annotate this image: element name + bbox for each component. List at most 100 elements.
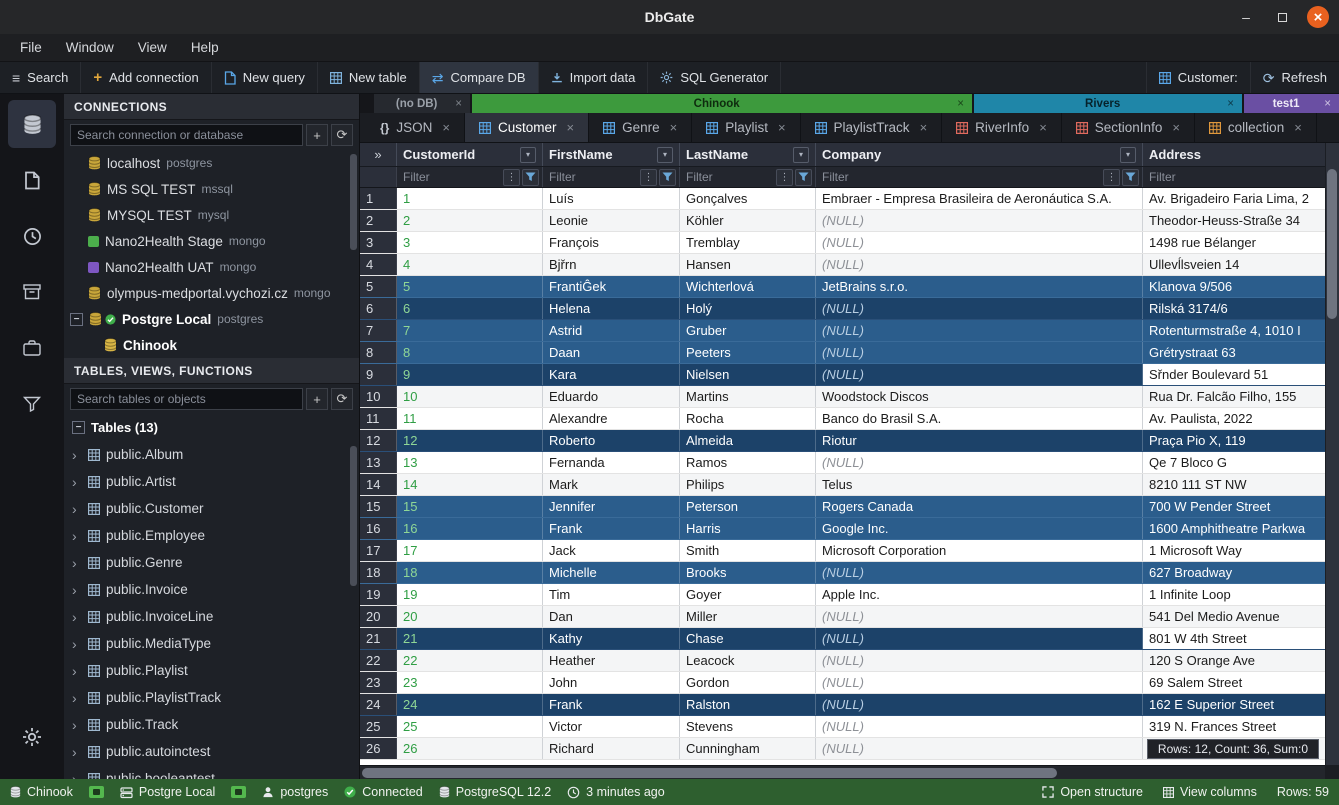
- connection-nano2health-stage[interactable]: Nano2Health Stagemongo: [64, 228, 359, 254]
- cell-address[interactable]: 801 W 4th Street: [1143, 628, 1339, 649]
- row-number[interactable]: 7: [360, 320, 397, 341]
- cell-company[interactable]: (NULL): [816, 650, 1143, 671]
- cell-company[interactable]: (NULL): [816, 320, 1143, 341]
- table-public-invoiceline[interactable]: ›public.InvoiceLine: [64, 603, 359, 630]
- connection-ms-sql-test[interactable]: MS SQL TESTmssql: [64, 176, 359, 202]
- statusbar-badge[interactable]: [231, 786, 246, 798]
- close-icon[interactable]: ×: [1294, 120, 1302, 135]
- cell-customerid[interactable]: 22: [397, 650, 543, 671]
- hscroll-thumb[interactable]: [362, 768, 1057, 778]
- row-number[interactable]: 22: [360, 650, 397, 671]
- cell-company[interactable]: Microsoft Corporation: [816, 540, 1143, 561]
- toolbar-refresh[interactable]: ⟳Refresh: [1250, 62, 1339, 93]
- cell-lastname[interactable]: Hansen: [680, 254, 816, 275]
- cell-firstname[interactable]: Tim: [543, 584, 680, 605]
- cell-address[interactable]: Qe 7 Bloco G: [1143, 452, 1339, 473]
- cell-lastname[interactable]: Chase: [680, 628, 816, 649]
- filter-funnel-icon[interactable]: [795, 169, 812, 186]
- table-public-album[interactable]: ›public.Album: [64, 441, 359, 468]
- cell-company[interactable]: (NULL): [816, 672, 1143, 693]
- cell-company[interactable]: (NULL): [816, 254, 1143, 275]
- close-icon[interactable]: ×: [1225, 98, 1236, 110]
- row-number[interactable]: 10: [360, 386, 397, 407]
- filter-input-customerid[interactable]: [403, 170, 501, 184]
- row-number[interactable]: 1: [360, 188, 397, 209]
- row-number[interactable]: 19: [360, 584, 397, 605]
- minimize-button[interactable]: –: [1235, 6, 1257, 28]
- tab-group-rivers[interactable]: Rivers×: [974, 94, 1242, 113]
- row-number[interactable]: 26: [360, 738, 397, 759]
- cell-lastname[interactable]: Almeida: [680, 430, 816, 451]
- cell-company[interactable]: (NULL): [816, 562, 1143, 583]
- cell-firstname[interactable]: John: [543, 672, 680, 693]
- row-number[interactable]: 5: [360, 276, 397, 297]
- row-number[interactable]: 18: [360, 562, 397, 583]
- iconbar-settings[interactable]: [8, 713, 56, 761]
- tab-group-chinook[interactable]: Chinook×: [472, 94, 972, 113]
- cell-customerid[interactable]: 12: [397, 430, 543, 451]
- filter-funnel-icon[interactable]: [1122, 169, 1139, 186]
- tables-group[interactable]: − Tables (13): [64, 414, 359, 441]
- cell-customerid[interactable]: 2: [397, 210, 543, 231]
- cell-firstname[interactable]: Luís: [543, 188, 680, 209]
- maximize-button[interactable]: [1271, 6, 1293, 28]
- menu-view[interactable]: View: [128, 40, 177, 55]
- statusbar-chinook[interactable]: Chinook: [10, 785, 73, 799]
- cell-lastname[interactable]: Philips: [680, 474, 816, 495]
- tab-playlist[interactable]: Playlist×: [692, 113, 800, 142]
- cell-firstname[interactable]: François: [543, 232, 680, 253]
- table-public-track[interactable]: ›public.Track: [64, 711, 359, 738]
- cell-lastname[interactable]: Gruber: [680, 320, 816, 341]
- cell-customerid[interactable]: 9: [397, 364, 543, 385]
- close-button[interactable]: ×: [1307, 6, 1329, 28]
- close-icon[interactable]: ×: [955, 98, 966, 110]
- add-connection-mini-button[interactable]: +: [306, 124, 328, 146]
- tab-playlisttrack[interactable]: PlaylistTrack×: [801, 113, 943, 142]
- chevron-right-icon[interactable]: ›: [72, 663, 82, 679]
- connections-scrollbar-thumb[interactable]: [350, 154, 357, 250]
- table-public-customer[interactable]: ›public.Customer: [64, 495, 359, 522]
- cell-company[interactable]: (NULL): [816, 628, 1143, 649]
- table-public-genre[interactable]: ›public.Genre: [64, 549, 359, 576]
- cell-firstname[interactable]: Daan: [543, 342, 680, 363]
- cell-company[interactable]: Banco do Brasil S.A.: [816, 408, 1143, 429]
- cell-customerid[interactable]: 4: [397, 254, 543, 275]
- cell-company[interactable]: (NULL): [816, 606, 1143, 627]
- cell-firstname[interactable]: Fernanda: [543, 452, 680, 473]
- cell-company[interactable]: Telus: [816, 474, 1143, 495]
- cell-customerid[interactable]: 21: [397, 628, 543, 649]
- refresh-tables-button[interactable]: ⟳: [331, 388, 353, 410]
- close-icon[interactable]: ×: [1039, 120, 1047, 135]
- column-menu-icon[interactable]: ▾: [793, 147, 809, 163]
- iconbar-apps[interactable]: [8, 324, 56, 372]
- row-number[interactable]: 11: [360, 408, 397, 429]
- column-menu-icon[interactable]: ▾: [520, 147, 536, 163]
- close-icon[interactable]: ×: [920, 120, 928, 135]
- cell-address[interactable]: Av. Brigadeiro Faria Lima, 2: [1143, 188, 1339, 209]
- chevron-right-icon[interactable]: ›: [72, 528, 82, 544]
- chevron-right-icon[interactable]: ›: [72, 609, 82, 625]
- tab-customer[interactable]: Customer×: [465, 113, 589, 142]
- cell-address[interactable]: Rotenturmstraße 4, 1010 I: [1143, 320, 1339, 341]
- table-public-booleantest[interactable]: ›public.booleantest: [64, 765, 359, 779]
- cell-customerid[interactable]: 7: [397, 320, 543, 341]
- cell-address[interactable]: Rilská 3174/6: [1143, 298, 1339, 319]
- cell-lastname[interactable]: Tremblay: [680, 232, 816, 253]
- cell-address[interactable]: 8210 111 ST NW: [1143, 474, 1339, 495]
- cell-lastname[interactable]: Peeters: [680, 342, 816, 363]
- cell-address[interactable]: Sřnder Boulevard 51: [1143, 364, 1339, 385]
- cell-customerid[interactable]: 24: [397, 694, 543, 715]
- cell-lastname[interactable]: Martins: [680, 386, 816, 407]
- cell-customerid[interactable]: 25: [397, 716, 543, 737]
- column-header-firstname[interactable]: FirstName▾: [543, 143, 680, 166]
- cell-address[interactable]: Theodor-Heuss-Straße 34: [1143, 210, 1339, 231]
- chevron-right-icon[interactable]: ›: [72, 555, 82, 571]
- cell-firstname[interactable]: Kathy: [543, 628, 680, 649]
- cell-company[interactable]: (NULL): [816, 232, 1143, 253]
- chevron-right-icon[interactable]: ›: [72, 771, 82, 780]
- cell-address[interactable]: 319 N. Frances Street: [1143, 716, 1339, 737]
- cell-firstname[interactable]: Astrid: [543, 320, 680, 341]
- cell-company[interactable]: (NULL): [816, 364, 1143, 385]
- toolbar-compare-db[interactable]: ⇄Compare DB: [420, 62, 539, 93]
- cell-firstname[interactable]: Michelle: [543, 562, 680, 583]
